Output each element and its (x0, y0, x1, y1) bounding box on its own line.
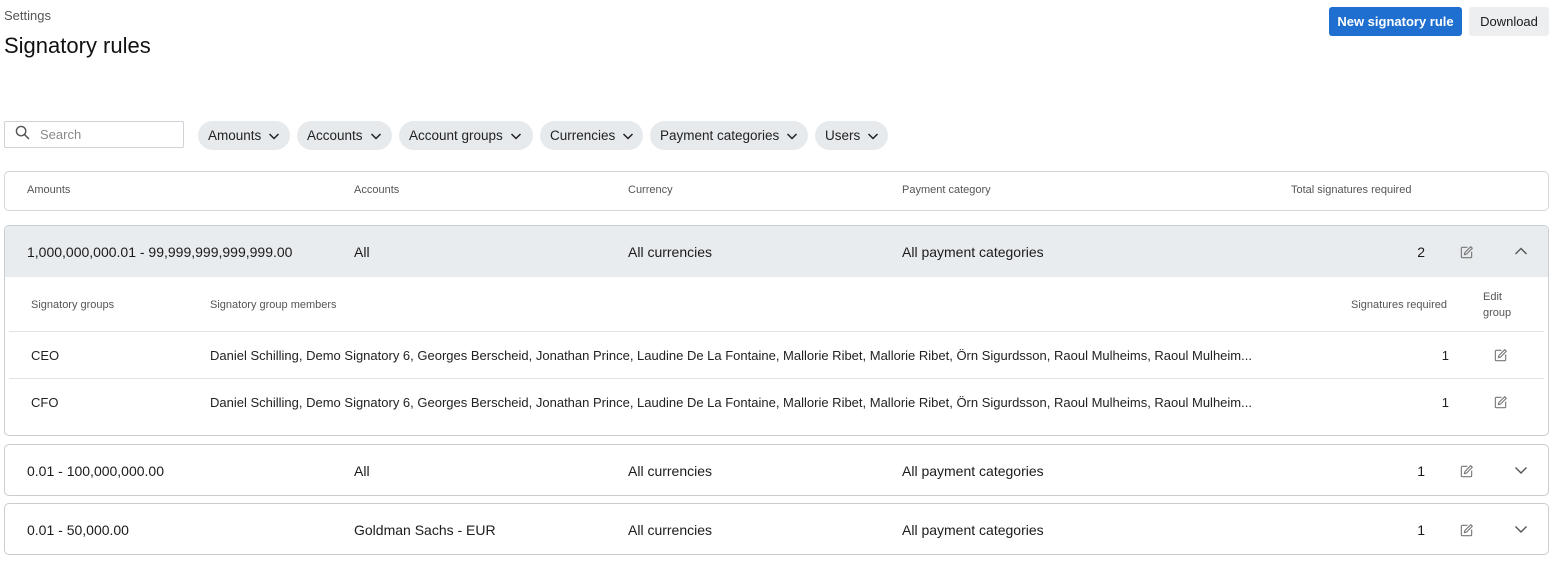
rule-row[interactable]: 0.01 - 50,000.00 Goldman Sachs - EUR All… (5, 504, 1548, 554)
rule-amounts: 0.01 - 50,000.00 (27, 522, 129, 538)
column-header-signatures-required: Signatures required (1351, 299, 1448, 311)
filter-label: Account groups (409, 128, 503, 143)
edit-icon[interactable] (1455, 460, 1477, 482)
filter-currencies[interactable]: Currencies (540, 121, 643, 150)
table-row: CFO Daniel Schilling, Demo Signatory 6, … (9, 379, 1544, 426)
filter-label: Accounts (307, 128, 363, 143)
rule-currency: All currencies (628, 463, 713, 479)
new-signatory-rule-button[interactable]: New signatory rule (1329, 7, 1462, 36)
rule-row[interactable]: 0.01 - 100,000,000.00 All All currencies… (5, 445, 1548, 495)
chevron-down-icon (369, 129, 383, 143)
table-header: Amounts Accounts Currency Payment catego… (4, 171, 1549, 211)
column-header-payment-category[interactable]: Payment category (902, 184, 991, 196)
column-header-edit: Edit (1483, 291, 1502, 303)
signatory-group-members: Daniel Schilling, Demo Signatory 6, Geor… (210, 395, 1252, 410)
rule-payment-category: All payment categories (902, 522, 1044, 538)
chevron-down-icon (509, 129, 523, 143)
column-header-total-signatures[interactable]: Total signatures required (1291, 184, 1411, 196)
filter-account-groups[interactable]: Account groups (399, 121, 533, 150)
breadcrumb[interactable]: Settings (4, 8, 51, 23)
rule-card: 1,000,000,000.01 - 99,999,999,999,999.00… (4, 225, 1549, 436)
edit-icon[interactable] (1455, 241, 1477, 263)
filter-amounts[interactable]: Amounts (198, 121, 290, 150)
search-box[interactable] (4, 121, 184, 148)
filter-accounts[interactable]: Accounts (297, 121, 392, 150)
edit-group-icon[interactable] (1489, 344, 1511, 366)
table-row: CEO Daniel Schilling, Demo Signatory 6, … (9, 332, 1544, 379)
signatory-group-members: Daniel Schilling, Demo Signatory 6, Geor… (210, 348, 1252, 363)
filter-label: Users (825, 128, 861, 143)
rule-card: 0.01 - 50,000.00 Goldman Sachs - EUR All… (4, 503, 1549, 555)
signatory-groups-header: Signatory groups Signatory group members… (9, 277, 1544, 332)
signatory-groups-table: Signatory groups Signatory group members… (5, 277, 1548, 426)
column-header-currency[interactable]: Currency (628, 184, 673, 196)
page-title: Signatory rules (4, 33, 151, 58)
column-header-group-members: Signatory group members (210, 299, 337, 311)
rule-amounts: 0.01 - 100,000,000.00 (27, 463, 165, 479)
rule-currency: All currencies (628, 522, 713, 538)
chevron-down-icon (785, 129, 799, 143)
filter-label: Currencies (550, 128, 616, 143)
rule-payment-category: All payment categories (902, 244, 1044, 260)
filter-label: Payment categories (660, 128, 780, 143)
chevron-down-icon (866, 129, 880, 143)
signatures-required: 1 (1441, 348, 1449, 363)
chevron-down-icon (267, 129, 281, 143)
edit-icon[interactable] (1455, 519, 1477, 541)
rule-accounts: All (354, 463, 370, 479)
filter-label: Amounts (208, 128, 262, 143)
chevron-up-icon[interactable] (1510, 240, 1532, 262)
edit-group-icon[interactable] (1489, 391, 1511, 413)
rule-accounts: Goldman Sachs - EUR (354, 522, 496, 538)
filter-users[interactable]: Users (815, 121, 888, 150)
filter-payment-categories[interactable]: Payment categories (650, 121, 808, 150)
rule-card: 0.01 - 100,000,000.00 All All currencies… (4, 444, 1549, 496)
rule-total-signatures: 1 (1417, 522, 1425, 538)
column-header-signatory-groups: Signatory groups (31, 299, 115, 311)
rule-total-signatures: 1 (1417, 463, 1425, 479)
rule-total-signatures: 2 (1417, 244, 1425, 260)
column-header-amounts[interactable]: Amounts (27, 184, 70, 196)
chevron-down-icon[interactable] (1510, 518, 1532, 540)
chevron-down-icon[interactable] (1510, 459, 1532, 481)
rule-row[interactable]: 1,000,000,000.01 - 99,999,999,999,999.00… (5, 226, 1548, 277)
rule-currency: All currencies (628, 244, 713, 260)
column-header-accounts[interactable]: Accounts (354, 184, 399, 196)
rule-accounts: All (354, 244, 370, 260)
signatory-group-name: CFO (31, 395, 59, 410)
search-icon (15, 125, 30, 145)
column-header-group: group (1483, 307, 1512, 319)
signatures-required: 1 (1441, 395, 1449, 410)
download-button[interactable]: Download (1469, 7, 1549, 36)
chevron-down-icon (621, 129, 635, 143)
rule-payment-category: All payment categories (902, 463, 1044, 479)
search-input[interactable] (40, 127, 170, 142)
rule-amounts: 1,000,000,000.01 - 99,999,999,999,999.00 (27, 244, 293, 260)
signatory-group-name: CEO (31, 348, 60, 363)
